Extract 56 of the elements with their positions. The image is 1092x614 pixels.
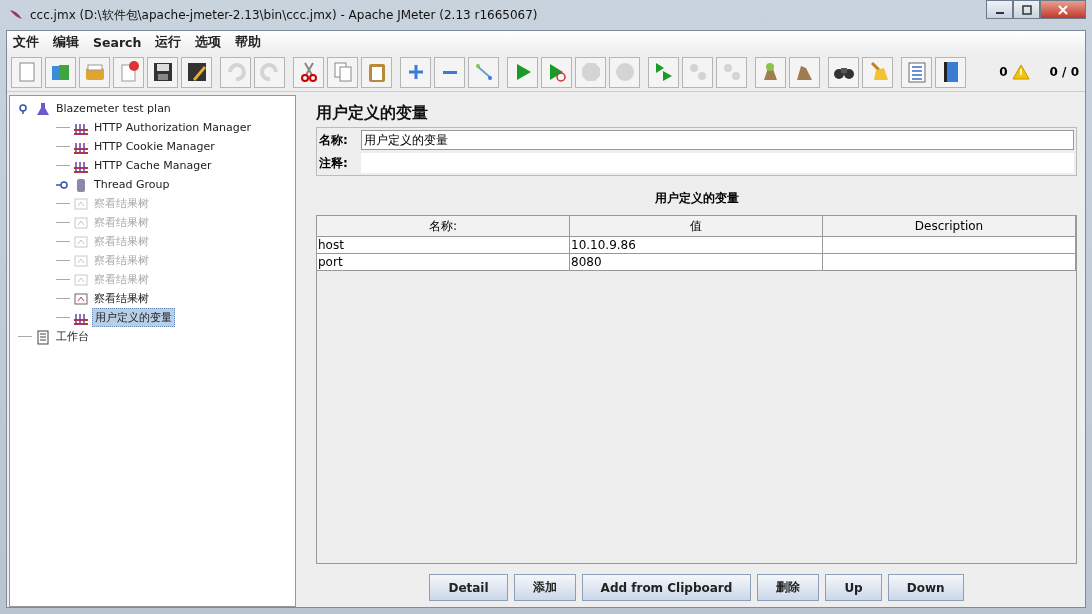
minimize-button[interactable] [986, 0, 1013, 19]
collapsed-handle-icon[interactable] [56, 179, 70, 190]
tree-item[interactable]: 察看结果树 [92, 290, 151, 307]
menu-item[interactable]: Search [93, 34, 142, 50]
name-label: 名称: [319, 131, 349, 149]
thread-count: 0 / 0 [1049, 65, 1079, 79]
flask-icon [35, 100, 51, 117]
table-cell: port [317, 254, 570, 271]
menu-item[interactable]: 帮助 [235, 33, 262, 51]
tree-item[interactable]: 用户定义的变量 [92, 308, 175, 327]
chart-icon [73, 233, 89, 250]
chart-icon [73, 290, 89, 307]
column-header[interactable]: 名称: [317, 216, 570, 237]
tree-item[interactable]: HTTP Cache Manager [92, 158, 214, 173]
minimize-icon [995, 11, 1004, 14]
close-button[interactable] [1040, 0, 1086, 19]
panel-title: 用户定义的变量 [316, 103, 429, 124]
column-header[interactable]: 值 [570, 216, 823, 237]
action-button[interactable]: Detail [429, 574, 508, 601]
action-button[interactable]: Down [887, 574, 964, 601]
action-button[interactable]: Add from Clipboard [581, 574, 752, 601]
toolbar-button[interactable] [147, 56, 178, 88]
table-caption: 用户定义的变量 [653, 190, 740, 207]
table-cell: 8080 [570, 254, 823, 271]
minus-icon [441, 69, 458, 75]
maximize-icon [1021, 4, 1032, 15]
chart-icon [73, 195, 89, 212]
menu-item[interactable]: 选项 [195, 33, 222, 51]
table-cell: host [317, 237, 570, 254]
window-title: ccc.jmx (D:\软件包\apache-jmeter-2.13\bin\ccc.jmx) - Apache JMeter (2.13 r1665067) [30, 6, 538, 24]
comment-label: 注释: [319, 154, 349, 172]
chart-icon [73, 271, 89, 288]
tree-item[interactable]: Thread Group [92, 177, 172, 192]
menu-item[interactable]: 编辑 [53, 33, 79, 51]
tree-item[interactable]: 工作台 [54, 328, 91, 345]
tree-item[interactable]: Blazemeter test plan [54, 101, 173, 116]
chart-icon [73, 252, 89, 269]
column-header[interactable]: Description [823, 216, 1076, 237]
toolbar-button[interactable] [828, 56, 859, 88]
action-button[interactable]: 添加 [513, 574, 576, 601]
name-field[interactable]: 用户定义的变量 [361, 130, 1074, 150]
tree-item[interactable]: HTTP Cookie Manager [92, 139, 217, 154]
warning-icon [1011, 64, 1030, 80]
menu-item[interactable]: 文件 [13, 33, 39, 51]
tree-item[interactable]: HTTP Authorization Manager [92, 120, 254, 135]
maximize-button[interactable] [1013, 0, 1040, 19]
warning-count: 0 [999, 65, 1008, 79]
action-button[interactable]: 删除 [757, 574, 820, 601]
table-cell: 10.10.9.86 [570, 237, 823, 254]
chart-icon [73, 214, 89, 231]
close-icon [1057, 4, 1069, 15]
notepad-icon [35, 328, 51, 345]
toolbar-button[interactable] [181, 56, 212, 88]
toolbar-button[interactable] [935, 56, 966, 88]
action-button[interactable]: Up [825, 574, 882, 601]
menu-item[interactable]: 运行 [155, 33, 182, 51]
